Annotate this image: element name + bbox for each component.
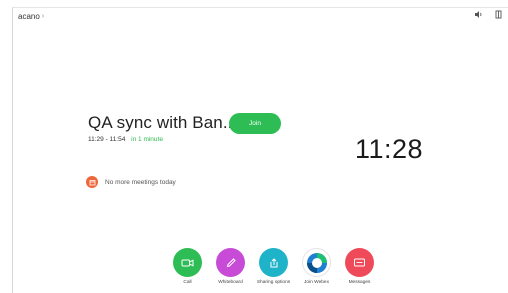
volume-icon[interactable] (474, 10, 483, 19)
join-button[interactable]: Join (229, 113, 281, 134)
messages-button[interactable]: Messages (338, 248, 381, 285)
messages-label: Messages (348, 280, 371, 285)
call-label: Call (183, 280, 192, 285)
meeting-time: 11:29 - 11:54 in 1 minute (88, 136, 163, 143)
join-webex-button[interactable]: Join Webex (295, 248, 338, 285)
sharing-options-button[interactable]: Sharing options (252, 248, 295, 285)
device-name-label: acano (18, 12, 40, 21)
no-more-meetings-label: No more meetings today (105, 178, 176, 186)
sharing-options-label: Sharing options (256, 280, 291, 285)
panel-icon[interactable] (495, 10, 502, 19)
camera-icon (173, 248, 202, 277)
pencil-icon (216, 248, 245, 277)
meeting-starts-in: in 1 minute (131, 136, 163, 143)
chevron-right-icon: › (41, 13, 45, 20)
join-webex-label: Join Webex (304, 280, 329, 285)
share-icon (259, 248, 288, 277)
whiteboard-button[interactable]: Whiteboard (209, 248, 252, 285)
meeting-time-range: 11:29 - 11:54 (88, 136, 126, 143)
calendar-icon (86, 176, 98, 188)
call-button[interactable]: Call (166, 248, 209, 285)
device-name[interactable]: acano › (18, 12, 44, 21)
agenda-status: No more meetings today (86, 176, 176, 188)
whiteboard-label: Whiteboard (218, 280, 243, 285)
message-icon (345, 248, 374, 277)
action-dock: Call Whiteboard Sharing options Join Web… (166, 248, 381, 285)
clock: 11:28 (355, 134, 424, 164)
top-right-controls (474, 10, 502, 19)
webex-icon (302, 248, 331, 277)
meeting-title: QA sync with Ban... (88, 113, 238, 132)
